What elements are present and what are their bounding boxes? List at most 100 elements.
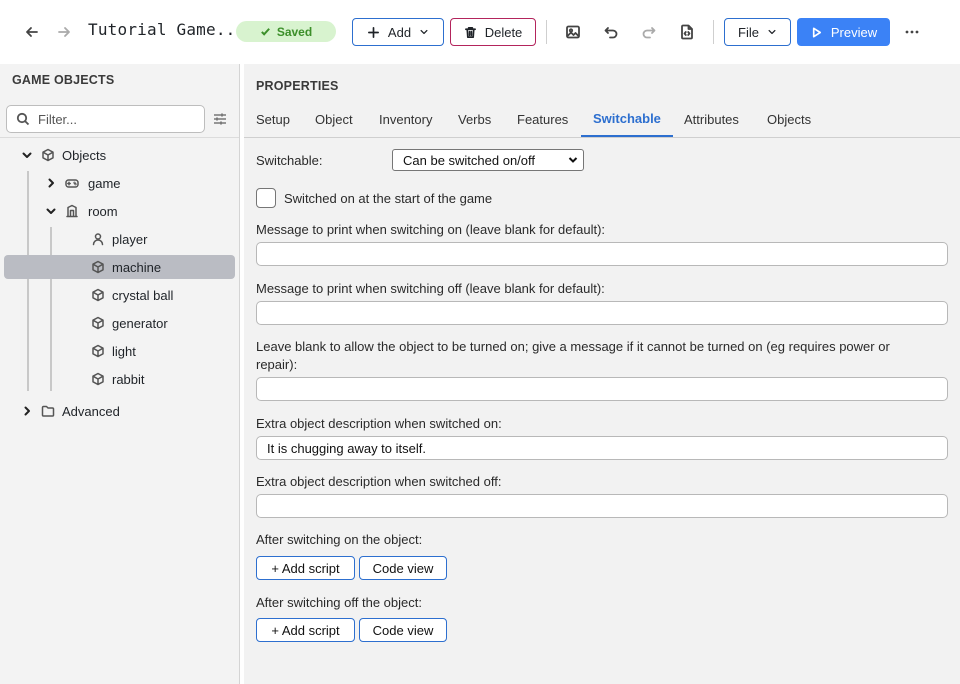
- tree-item-label: generator: [112, 315, 168, 331]
- chevron-down-icon: [420, 29, 428, 35]
- file-label: File: [738, 24, 759, 40]
- tab-setup[interactable]: Setup: [256, 112, 290, 138]
- cube-icon: [90, 343, 106, 359]
- add-script-off-button[interactable]: + Add script: [256, 618, 355, 642]
- plus-icon: [367, 26, 379, 38]
- msg-off-label: Message to print when switching off (lea…: [256, 281, 605, 296]
- forward-arrow-icon[interactable]: [50, 18, 78, 46]
- cube-icon: [90, 259, 106, 275]
- saved-badge: Saved: [236, 21, 336, 42]
- cube-icon: [90, 371, 106, 387]
- toolbar-divider: [546, 20, 547, 44]
- game-objects-header: GAME OBJECTS: [12, 73, 115, 87]
- switched-on-label: Switched on at the start of the game: [284, 191, 493, 206]
- check-icon: [260, 28, 270, 36]
- tree-item-crystal-ball[interactable]: crystal ball: [90, 283, 173, 307]
- extra-on-label: Extra object description when switched o…: [256, 416, 502, 431]
- folder-icon: [40, 403, 56, 419]
- properties-tabs: Setup Object Inventory Verbs Features Sw…: [244, 106, 960, 138]
- switchable-select[interactable]: Can be switched on/off: [392, 149, 584, 171]
- preview-label: Preview: [830, 24, 878, 40]
- tab-switchable[interactable]: Switchable: [581, 111, 673, 137]
- cannot-turn-on-input[interactable]: [256, 377, 948, 401]
- properties-header: PROPERTIES: [256, 79, 339, 93]
- extra-off-label: Extra object description when switched o…: [256, 474, 502, 489]
- chevron-down-icon[interactable]: [44, 204, 58, 218]
- tree-item-objects[interactable]: Objects: [20, 143, 106, 167]
- code-file-icon[interactable]: [673, 18, 701, 46]
- add-script-on-button[interactable]: + Add script: [256, 556, 355, 580]
- tree-item-game[interactable]: game: [44, 171, 121, 195]
- tree-item-label: crystal ball: [112, 287, 174, 303]
- tree-item-machine[interactable]: machine: [4, 255, 235, 279]
- tree-item-advanced[interactable]: Advanced: [20, 399, 120, 423]
- chevron-down-icon[interactable]: [20, 148, 34, 162]
- switchable-label: Switchable:: [256, 153, 323, 168]
- saved-label: Saved: [276, 24, 313, 39]
- add-button[interactable]: Add: [352, 18, 444, 46]
- chevron-right-icon[interactable]: [20, 404, 34, 418]
- person-icon: [90, 231, 106, 247]
- filter-box: [6, 105, 205, 133]
- extra-off-input[interactable]: [256, 494, 948, 518]
- toolbar: Tutorial Game... Saved Add Delete File P…: [0, 0, 960, 64]
- tab-attributes[interactable]: Attributes: [684, 112, 739, 138]
- search-icon: [16, 112, 30, 126]
- game-objects-panel: GAME OBJECTS Objects game room player ma…: [0, 64, 240, 684]
- chevron-down-icon: [568, 157, 578, 163]
- cube-icon: [40, 147, 56, 163]
- image-icon[interactable]: [559, 18, 587, 46]
- extra-on-input[interactable]: [256, 436, 948, 460]
- add-label: Add: [387, 24, 412, 40]
- panel-divider: [0, 137, 239, 138]
- tree-guide-line: [27, 171, 29, 391]
- tree-item-light[interactable]: light: [90, 339, 136, 363]
- tree-item-player[interactable]: player: [90, 227, 147, 251]
- chevron-right-icon[interactable]: [44, 176, 58, 190]
- delete-button[interactable]: Delete: [450, 18, 536, 46]
- toolbar-divider: [713, 20, 714, 44]
- after-on-label: After switching on the object:: [256, 532, 423, 547]
- tree-item-room[interactable]: room: [44, 199, 118, 223]
- game-title: Tutorial Game...: [88, 20, 246, 39]
- sliders-icon[interactable]: [212, 111, 230, 127]
- blank-label-line-1: Leave blank to allow the object to be tu…: [256, 339, 890, 354]
- gamepad-icon: [64, 175, 80, 191]
- tree-item-label: Advanced: [62, 403, 120, 419]
- tree-item-label: rabbit: [112, 371, 145, 387]
- file-menu-button[interactable]: File: [724, 18, 791, 46]
- tree-item-label: machine: [112, 259, 162, 275]
- tree-item-label: Objects: [62, 147, 107, 163]
- tab-features[interactable]: Features: [517, 112, 568, 138]
- msg-on-label: Message to print when switching on (leav…: [256, 222, 606, 237]
- switched-on-checkbox[interactable]: [256, 188, 276, 208]
- chevron-down-icon: [768, 29, 776, 35]
- tree-guide-line: [50, 227, 52, 391]
- tree-item-generator[interactable]: generator: [90, 311, 168, 335]
- msg-off-input[interactable]: [256, 301, 948, 325]
- tab-inventory[interactable]: Inventory: [379, 112, 432, 138]
- tab-verbs[interactable]: Verbs: [458, 112, 491, 138]
- tree-item-label: player: [112, 231, 148, 247]
- preview-button[interactable]: Preview: [797, 18, 890, 46]
- redo-icon[interactable]: [635, 18, 663, 46]
- play-icon: [812, 26, 821, 38]
- building-icon: [64, 203, 80, 219]
- cube-icon: [90, 287, 106, 303]
- undo-icon[interactable]: [597, 18, 625, 46]
- tree-item-label: game: [88, 175, 121, 191]
- filter-input[interactable]: [38, 110, 198, 128]
- tree-item-label: light: [112, 343, 136, 359]
- back-arrow-icon[interactable]: [18, 18, 46, 46]
- tree-item-rabbit[interactable]: rabbit: [90, 367, 145, 391]
- after-off-label: After switching off the object:: [256, 595, 422, 610]
- tab-object[interactable]: Object: [315, 112, 353, 138]
- msg-on-input[interactable]: [256, 242, 948, 266]
- tab-objects[interactable]: Objects: [767, 112, 811, 138]
- code-view-off-button[interactable]: Code view: [359, 618, 447, 642]
- trash-icon: [464, 26, 476, 38]
- cube-icon: [90, 315, 106, 331]
- blank-label-line-2: repair):: [256, 357, 298, 372]
- more-options-icon[interactable]: [898, 18, 926, 46]
- code-view-on-button[interactable]: Code view: [359, 556, 447, 580]
